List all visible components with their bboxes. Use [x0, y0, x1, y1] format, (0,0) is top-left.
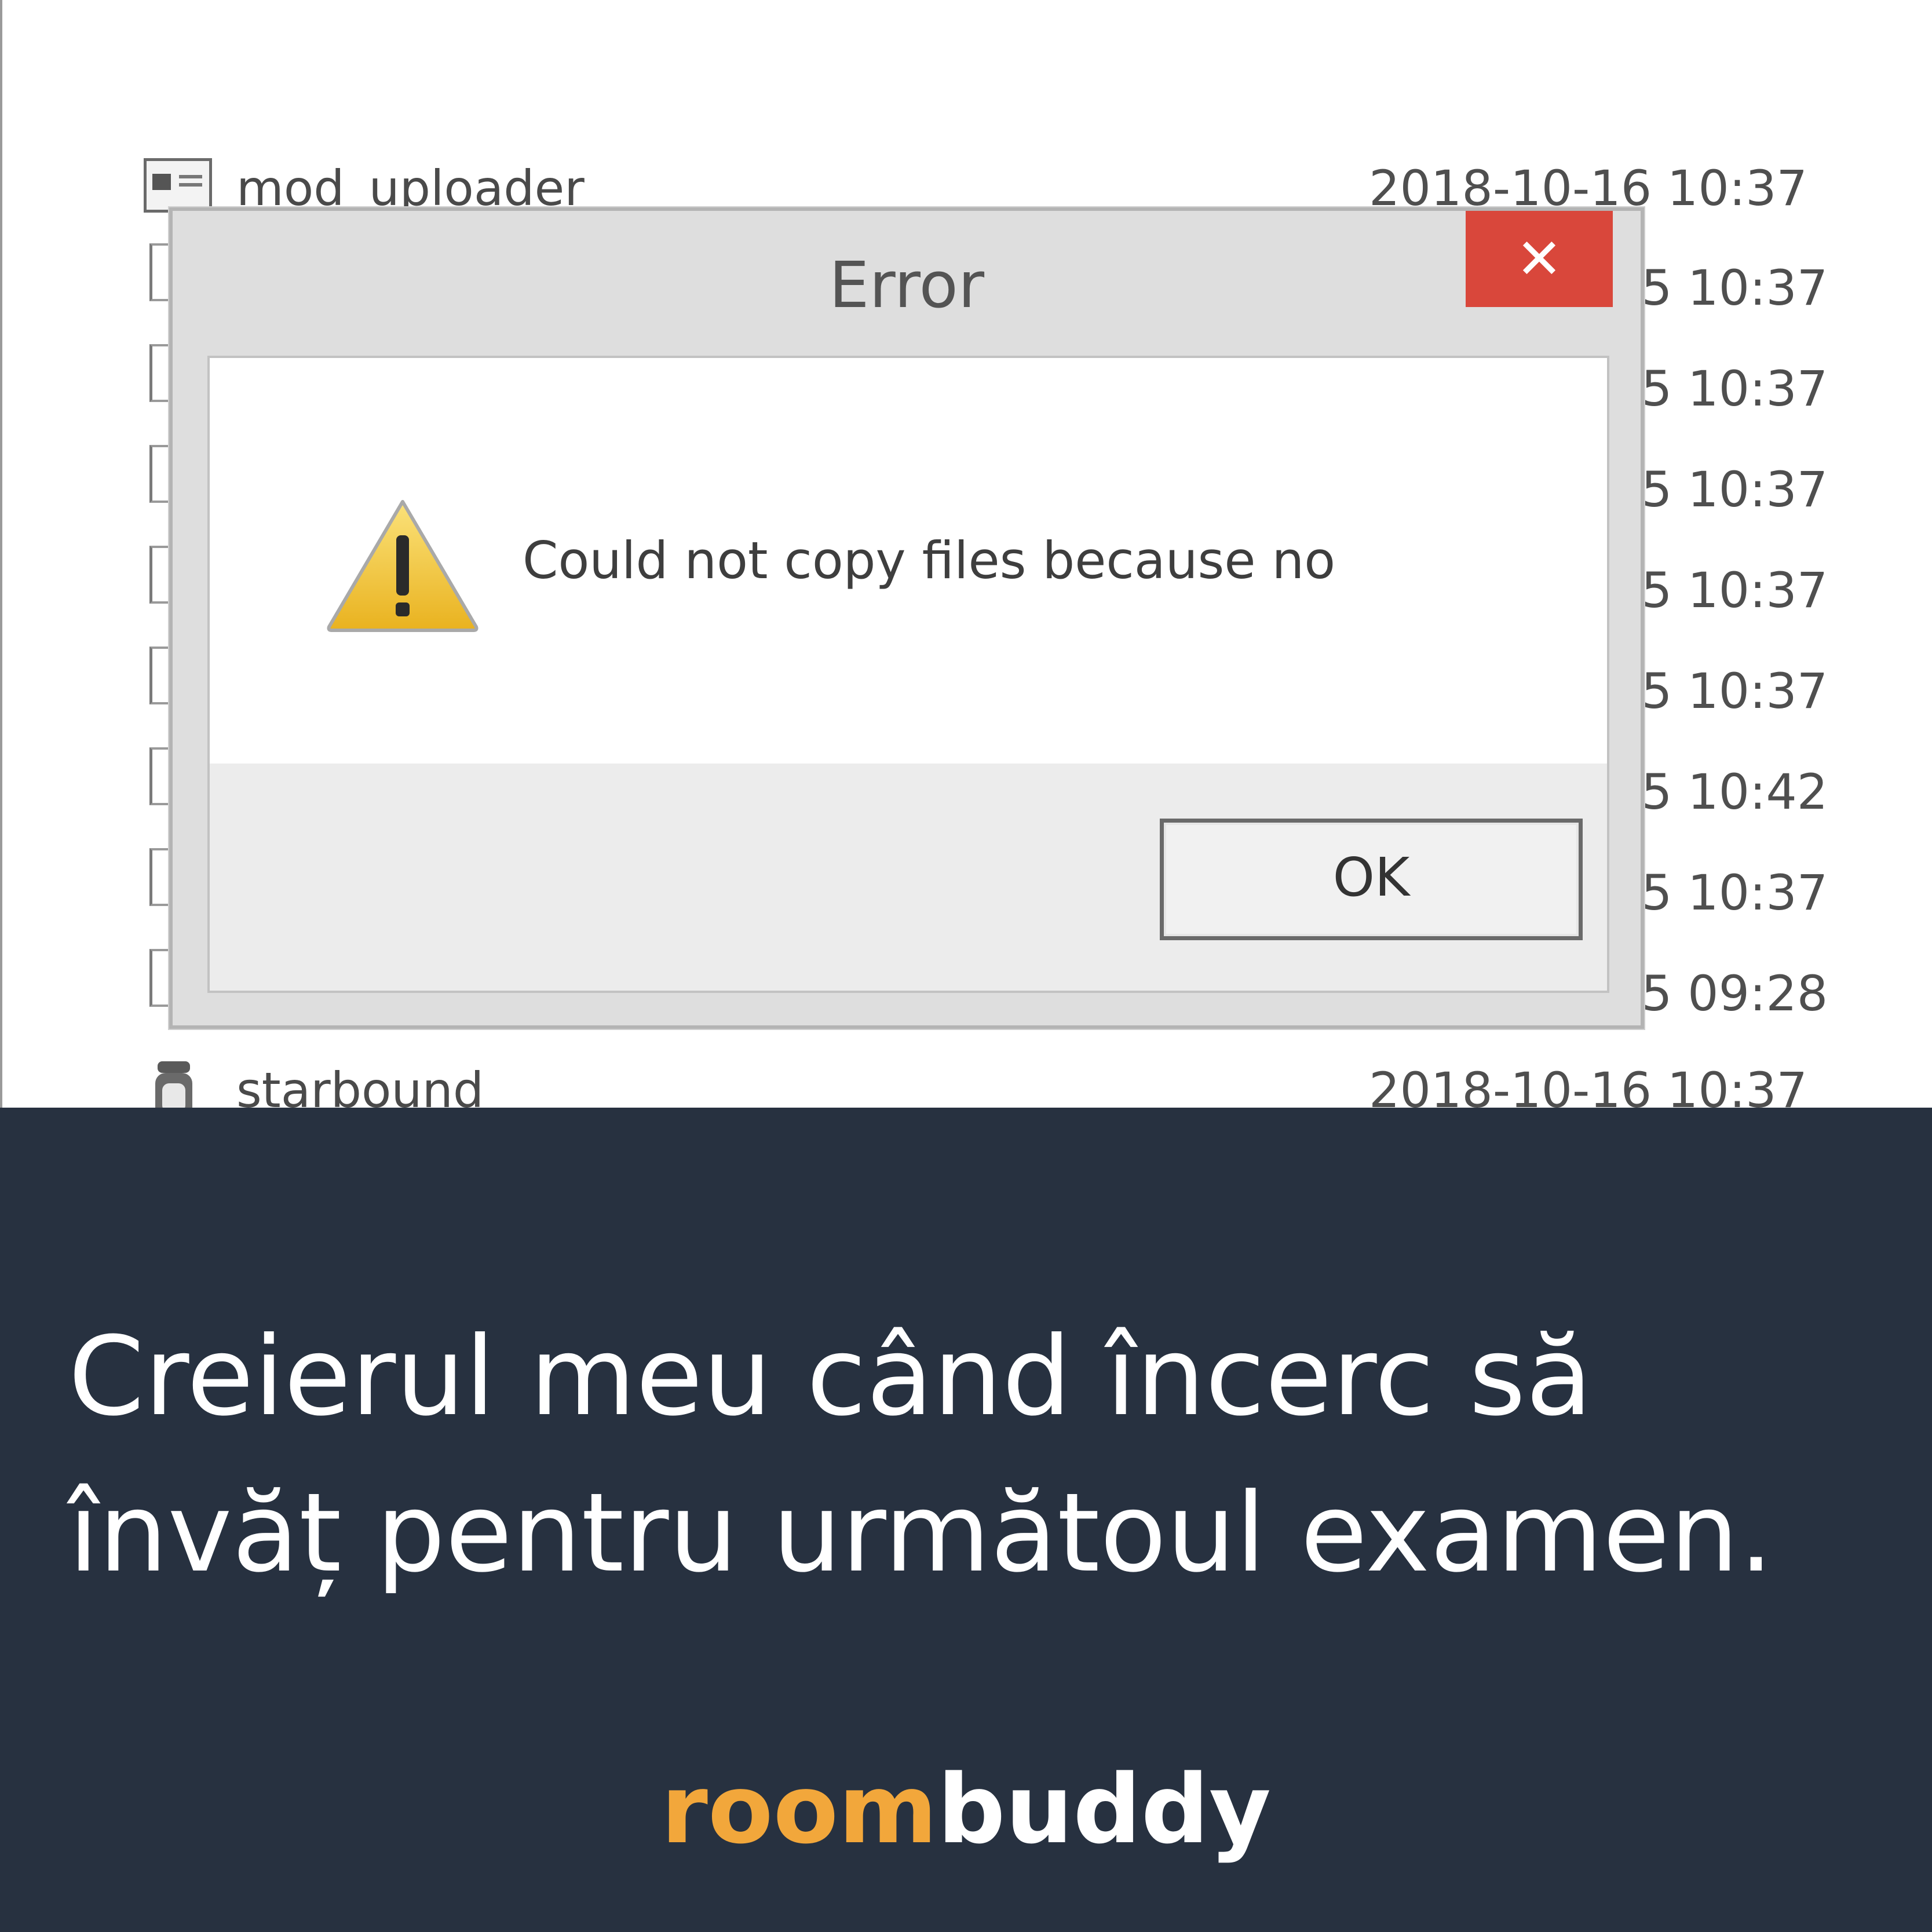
dialog-body: Could not copy files because no OK [207, 356, 1609, 993]
file-date-partial: 5 09:28 [1641, 965, 1828, 1022]
file-date-partial: 5 10:37 [1641, 562, 1828, 619]
file-date-partial: 5 10:37 [1641, 360, 1828, 417]
file-date-partial: 5 10:37 [1641, 461, 1828, 518]
warning-icon [327, 500, 479, 632]
file-date-partial: 5 10:42 [1641, 764, 1828, 820]
brand-logo-part-buddy: buddy [937, 1754, 1271, 1865]
file-icon-partial [149, 445, 170, 503]
file-date-partial: 5 10:37 [1641, 260, 1828, 316]
ok-button[interactable]: OK [1160, 819, 1583, 940]
caption-line-1: Creierul meu când încerc să [68, 1313, 1593, 1440]
dialog-title: Error [828, 248, 985, 322]
caption-line-2: învăț pentru următoul examen. [68, 1470, 1774, 1597]
file-name: starbound [236, 1062, 484, 1108]
file-icon-partial [149, 647, 170, 704]
close-icon: ✕ [1515, 227, 1563, 291]
file-date: 2018-10-16 10:37 [1369, 1062, 1807, 1108]
file-icon-partial [149, 747, 170, 805]
brand-logo-part-room: room [661, 1754, 938, 1865]
caption-panel: Creierul meu când încerc să învăț pentru… [0, 1108, 1932, 1932]
meme-screenshot: mod_uploader 2018-10-16 10:37 5 10:37 5 … [0, 0, 1932, 1108]
file-date-partial: 5 10:37 [1641, 663, 1828, 720]
message-area: Could not copy files because no [210, 358, 1607, 764]
brand-logo: roombuddy [0, 1752, 1932, 1868]
file-icon-partial [149, 546, 170, 604]
error-dialog: Error ✕ Could not copy files because no … [169, 207, 1644, 1029]
file-date-partial: 5 10:37 [1641, 864, 1828, 921]
game-app-icon [155, 1061, 192, 1108]
application-file-icon [144, 158, 212, 213]
close-button[interactable]: ✕ [1466, 211, 1613, 307]
error-message: Could not copy files because no [523, 531, 1336, 590]
meme-caption: Creierul meu când încerc să învăț pentru… [68, 1299, 1876, 1612]
file-icon-partial [149, 949, 170, 1007]
file-icon-partial [149, 344, 170, 402]
file-row-starbound[interactable]: starbound 2018-10-16 10:37 [0, 1056, 1932, 1108]
file-icon-partial [149, 848, 170, 906]
file-icon-partial [149, 243, 170, 301]
